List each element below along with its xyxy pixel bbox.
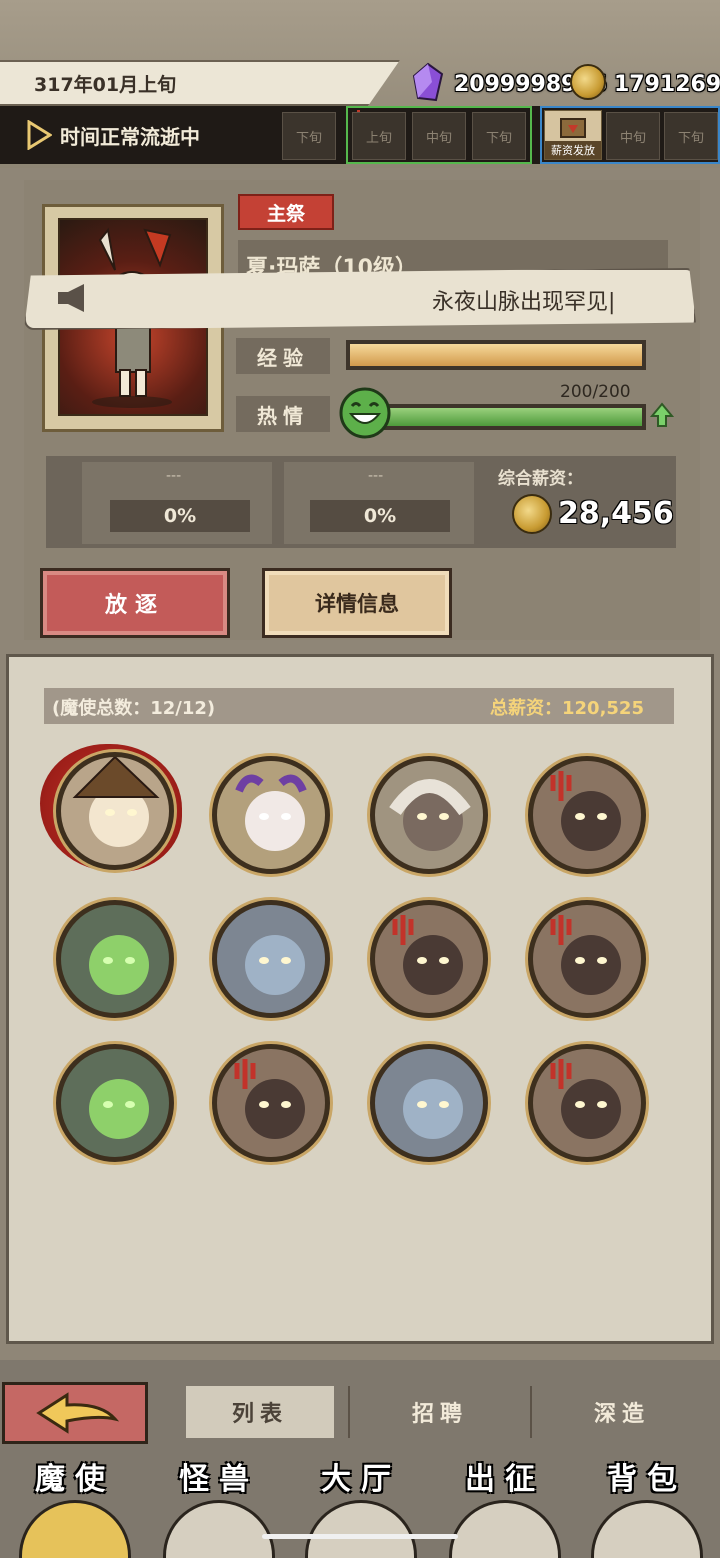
trident bbox=[550, 771, 572, 801]
back-button[interactable] bbox=[2, 1382, 148, 1444]
backpack-icon bbox=[591, 1500, 703, 1558]
tab-list[interactable]: 列表 bbox=[186, 1386, 334, 1438]
period-slot[interactable]: 下旬 bbox=[664, 112, 718, 160]
salary-label: 综合薪资： bbox=[498, 469, 583, 489]
payday-icon bbox=[560, 118, 586, 138]
period-slot[interactable]: 下旬 bbox=[472, 112, 526, 160]
skill-slot-2[interactable]: --- 0% bbox=[284, 462, 474, 544]
skill-name: --- bbox=[368, 468, 384, 484]
gold-count: 17912691 bbox=[614, 72, 720, 97]
payday-label: 薪资发放 bbox=[545, 141, 601, 159]
period-slot[interactable]: 上旬 bbox=[352, 112, 406, 160]
horns bbox=[235, 774, 307, 793]
expedition-icon bbox=[449, 1500, 561, 1558]
time-status: 时间正常流逝中 bbox=[60, 125, 200, 149]
tab-divider bbox=[530, 1386, 532, 1438]
tab-train[interactable]: 深造 bbox=[548, 1386, 696, 1438]
gold-coin-icon bbox=[570, 64, 606, 100]
tab-recruit[interactable]: 招聘 bbox=[366, 1386, 514, 1438]
details-button[interactable]: 详情信息 bbox=[262, 568, 452, 638]
exp-bar bbox=[346, 340, 646, 370]
roster-member-red-imp[interactable] bbox=[370, 900, 488, 1018]
salary-value: 28,456 bbox=[558, 496, 674, 531]
happy-face-icon bbox=[339, 387, 391, 439]
nav-hall[interactable]: 大厅 bbox=[292, 1454, 430, 1558]
roster-member-green-knight[interactable] bbox=[56, 1044, 174, 1162]
exp-label: 经验 bbox=[236, 338, 330, 374]
nav-label: 魔使 bbox=[35, 1462, 115, 1497]
skill-percent: 0% bbox=[310, 500, 450, 532]
roster-member-red-imp[interactable] bbox=[528, 900, 646, 1018]
nav-label: 怪兽 bbox=[179, 1462, 259, 1497]
crystal-icon bbox=[412, 62, 444, 102]
skill-slot-1[interactable]: --- 0% bbox=[82, 462, 272, 544]
hair bbox=[389, 779, 471, 816]
roster-member-fish-mage[interactable] bbox=[212, 900, 330, 1018]
passion-label: 热情 bbox=[236, 396, 330, 432]
hall-icon bbox=[305, 1500, 417, 1558]
period-slot[interactable]: 中旬 bbox=[606, 112, 660, 160]
play-icon[interactable] bbox=[26, 120, 52, 150]
roster-count: (魔使总数：12/12) bbox=[52, 698, 216, 719]
trident bbox=[392, 915, 414, 945]
roster-total-salary: 总薪资：120,525 bbox=[490, 698, 644, 719]
back-arrow-icon bbox=[36, 1392, 120, 1434]
period-slot[interactable]: 下旬 bbox=[282, 112, 336, 160]
roster-member-fish-mage[interactable] bbox=[370, 1044, 488, 1162]
skull-icon bbox=[19, 1500, 131, 1558]
monster-icon bbox=[163, 1500, 275, 1558]
roster-member-red-imp[interactable] bbox=[528, 756, 646, 874]
exile-button[interactable]: 放逐 bbox=[40, 568, 230, 638]
witch-hat bbox=[72, 757, 160, 798]
speaker-icon bbox=[58, 284, 84, 312]
roster-member-red-imp[interactable] bbox=[528, 1044, 646, 1162]
roster-member-red-imp[interactable] bbox=[212, 1044, 330, 1162]
trident bbox=[550, 915, 572, 945]
roster-member-witch[interactable] bbox=[56, 752, 174, 870]
tab-divider bbox=[348, 1386, 350, 1438]
notice-text: 永夜山脉出现罕见| bbox=[432, 290, 616, 315]
passion-value: 200/200 bbox=[560, 382, 631, 402]
nav-label: 出征 bbox=[465, 1462, 545, 1497]
nav-monsters[interactable]: 怪兽 bbox=[150, 1454, 288, 1558]
date-text: 317年01月上旬 bbox=[34, 74, 177, 96]
roster-member-horned-girl[interactable] bbox=[212, 756, 330, 874]
trident bbox=[550, 1059, 572, 1089]
skill-name: --- bbox=[166, 468, 182, 484]
nav-expedition[interactable]: 出征 bbox=[436, 1454, 574, 1558]
gold-coin-icon bbox=[512, 494, 552, 534]
nav-backpack[interactable]: 背包 bbox=[578, 1454, 716, 1558]
trident bbox=[234, 1059, 256, 1089]
passion-fill bbox=[370, 408, 642, 426]
role-badge: 主祭 bbox=[238, 194, 334, 230]
payday-slot[interactable]: 薪资发放 bbox=[544, 110, 602, 160]
passion-bar bbox=[366, 404, 646, 430]
arrow-up-icon bbox=[650, 402, 674, 427]
roster-member-white-hair[interactable] bbox=[370, 756, 488, 874]
nav-label: 背包 bbox=[607, 1462, 687, 1497]
nav-label: 大厅 bbox=[321, 1462, 401, 1497]
home-indicator[interactable] bbox=[262, 1534, 458, 1539]
period-slot[interactable]: 中旬 bbox=[412, 112, 466, 160]
skill-percent: 0% bbox=[110, 500, 250, 532]
roster-member-green-knight[interactable] bbox=[56, 900, 174, 1018]
exp-fill bbox=[350, 344, 642, 366]
nav-envoys[interactable]: 魔使 bbox=[6, 1454, 144, 1558]
